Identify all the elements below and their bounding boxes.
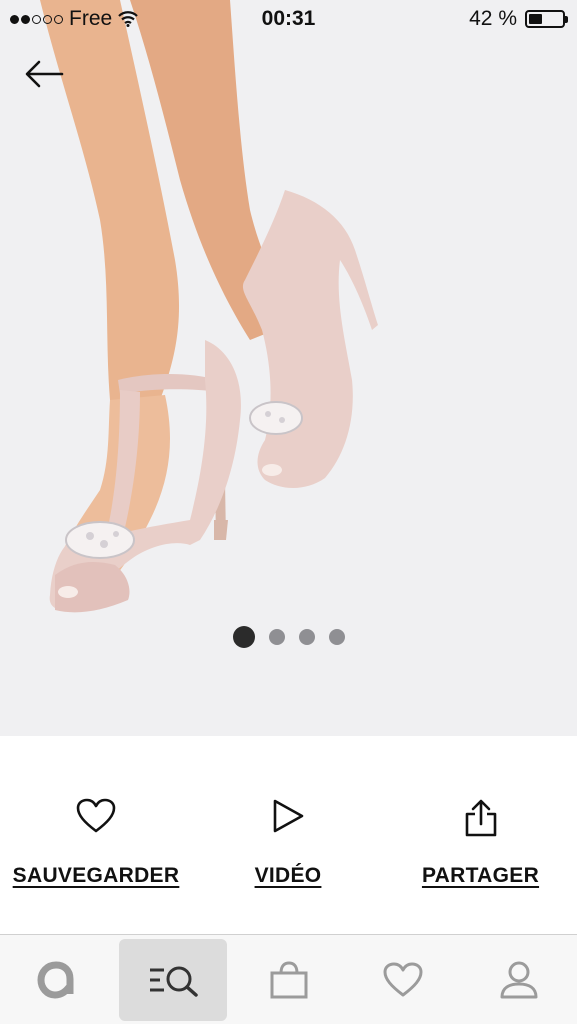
save-label: SAUVEGARDER — [12, 864, 180, 887]
image-pager[interactable] — [0, 626, 577, 648]
heart-icon — [383, 962, 423, 997]
asos-logo-icon — [37, 961, 74, 999]
save-button[interactable]: SAUVEGARDER — [0, 736, 192, 934]
pager-dot[interactable] — [232, 626, 255, 648]
search-icon — [150, 966, 198, 997]
pager-dot[interactable] — [268, 629, 285, 645]
status-bar: Free 00:31 42 % — [0, 0, 577, 38]
video-label: VIDÉO — [254, 864, 322, 887]
battery-icon — [525, 10, 568, 28]
battery-status: 42 % — [469, 7, 568, 31]
tab-search[interactable] — [119, 939, 227, 1021]
tab-saved[interactable] — [349, 939, 457, 1021]
tab-bag[interactable] — [235, 939, 343, 1021]
pager-dot[interactable] — [298, 629, 315, 645]
back-arrow-icon — [25, 60, 64, 88]
share-label: PARTAGER — [421, 864, 540, 887]
heart-icon — [76, 798, 116, 833]
play-icon — [273, 799, 304, 833]
pager-dot[interactable] — [328, 629, 345, 645]
share-icon — [465, 799, 496, 837]
share-button[interactable]: PARTAGER — [384, 736, 577, 934]
tab-home[interactable] — [2, 939, 110, 1021]
product-image-gallery[interactable]: Free 00:31 42 % — [0, 0, 577, 736]
bottom-tab-bar — [0, 934, 577, 1024]
video-button[interactable]: VIDÉO — [192, 736, 384, 934]
battery-percent: 42 % — [469, 7, 517, 30]
bag-icon — [270, 961, 308, 999]
back-button[interactable] — [22, 56, 66, 92]
product-actions: SAUVEGARDER VIDÉO PARTAGER — [0, 736, 577, 934]
user-icon — [500, 961, 538, 999]
tab-account[interactable] — [465, 939, 573, 1021]
